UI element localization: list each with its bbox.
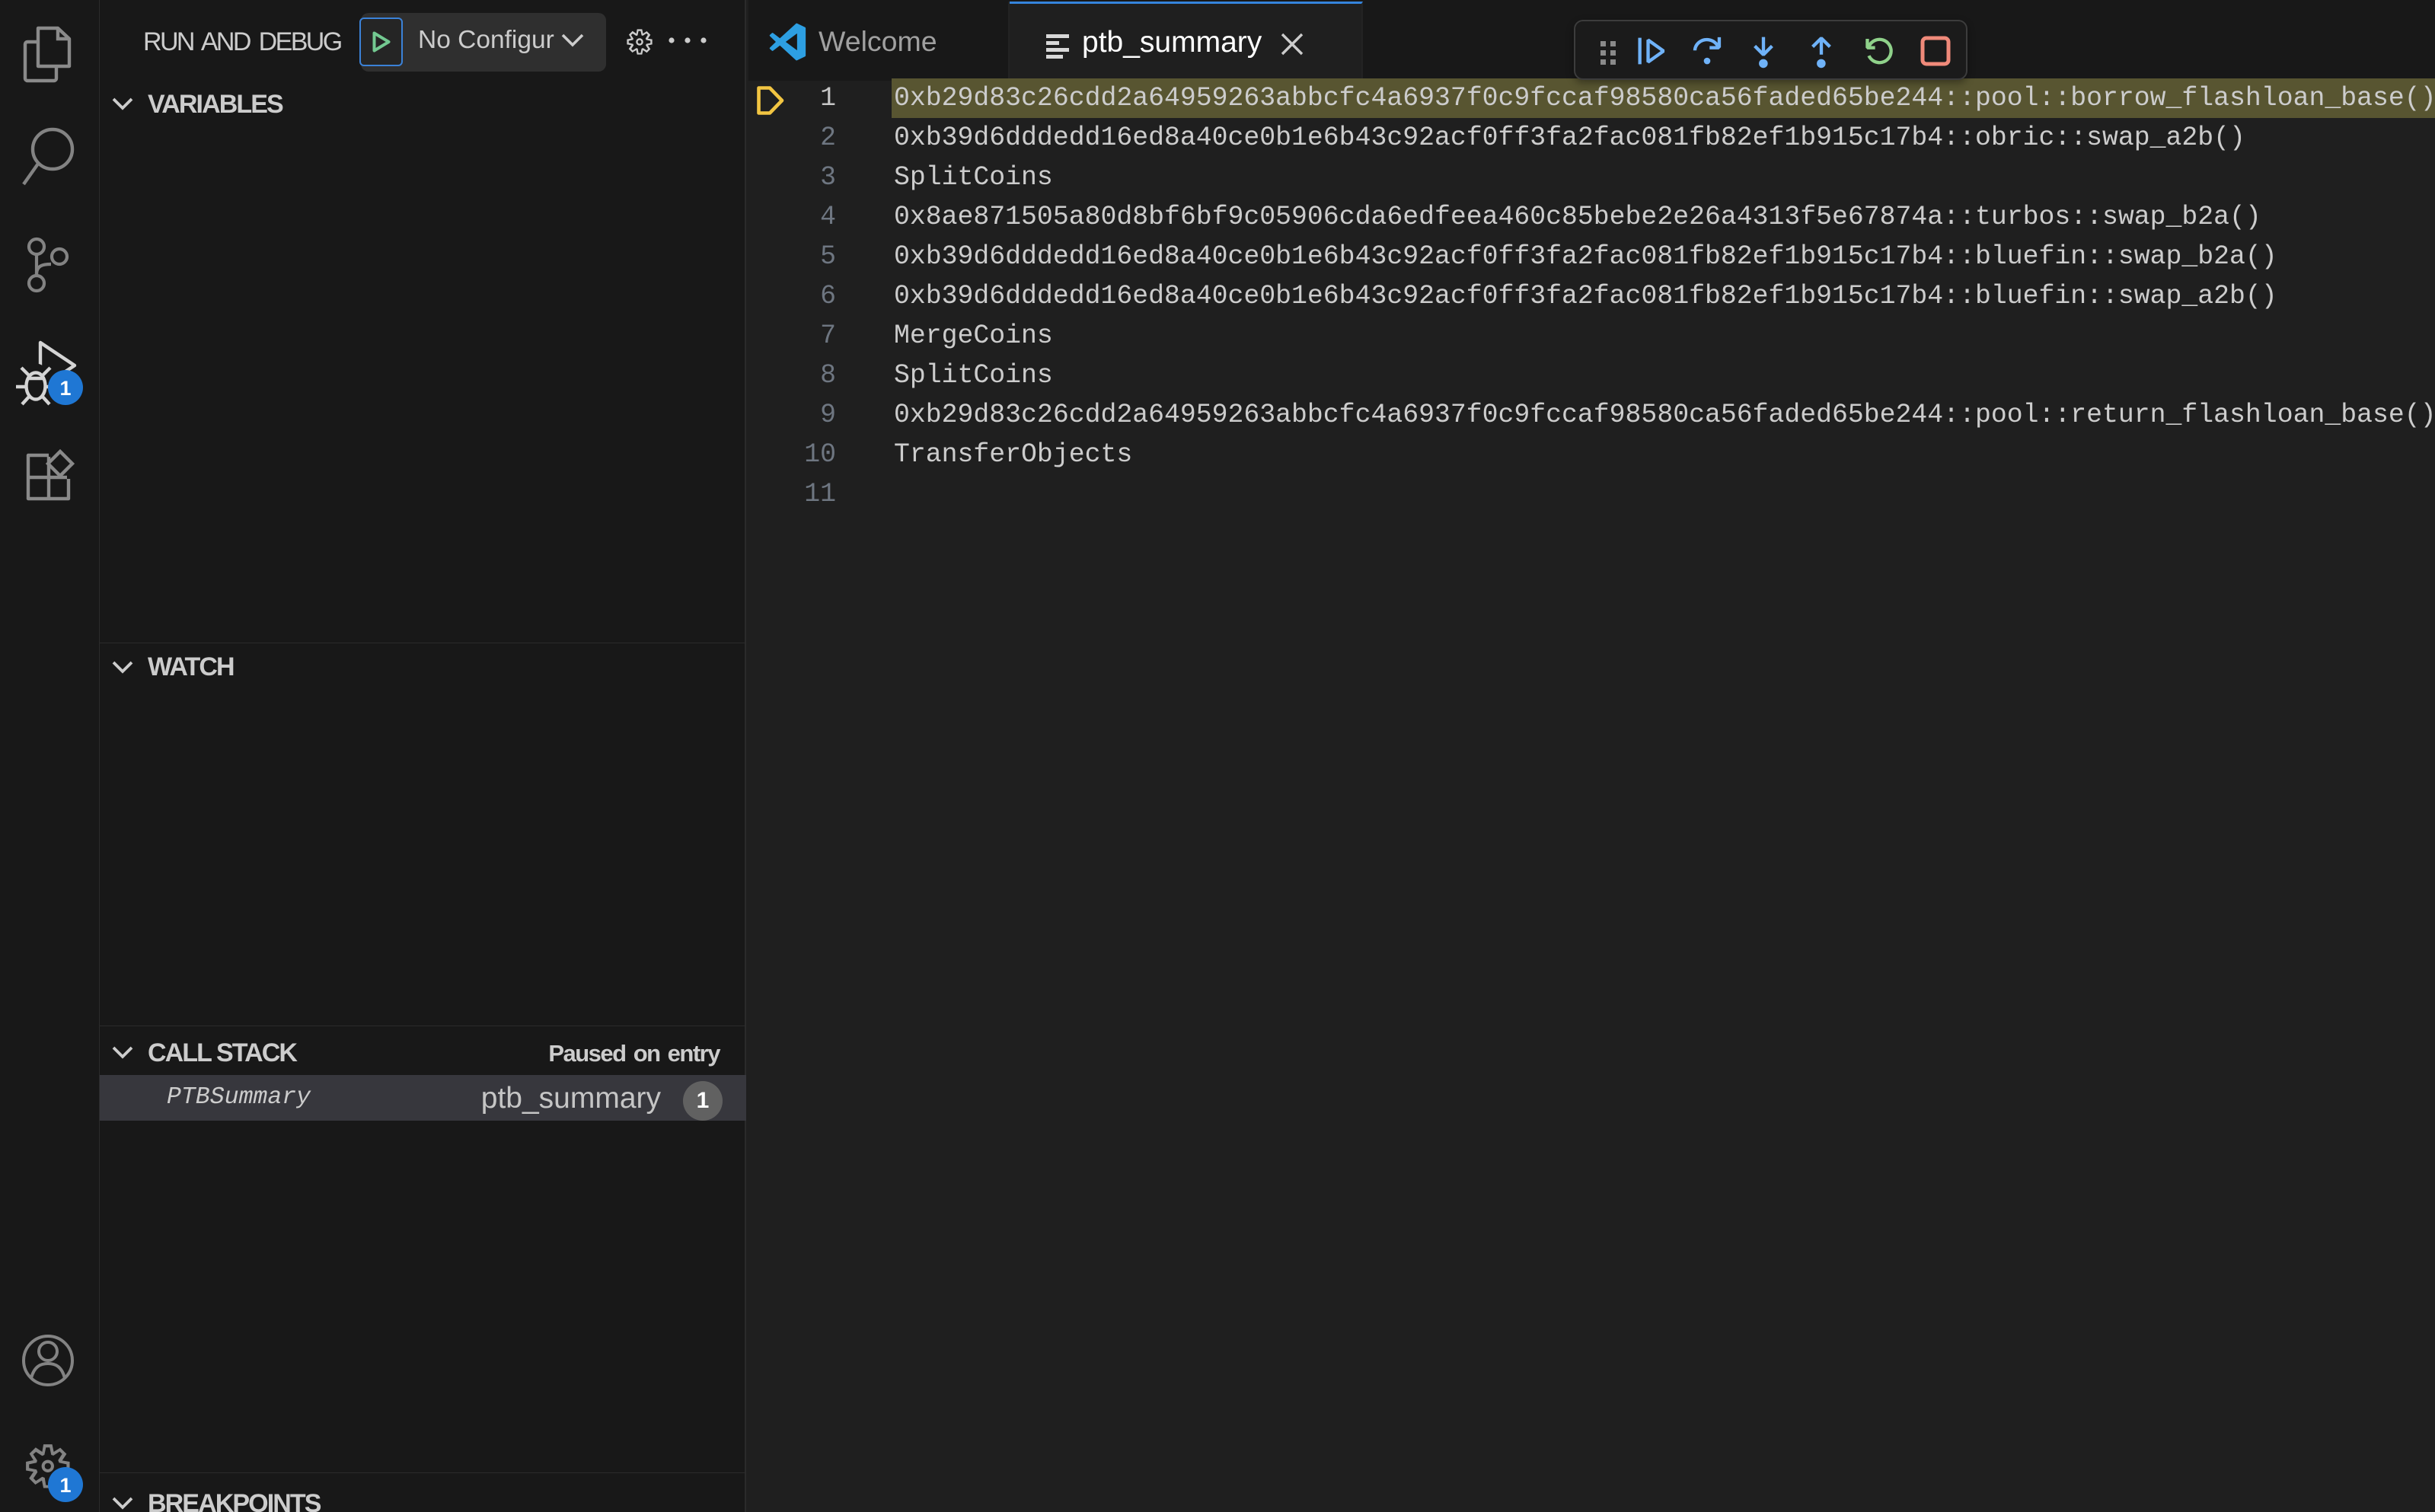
svg-text:1: 1 bbox=[59, 377, 71, 400]
svg-text:1: 1 bbox=[59, 1474, 71, 1497]
